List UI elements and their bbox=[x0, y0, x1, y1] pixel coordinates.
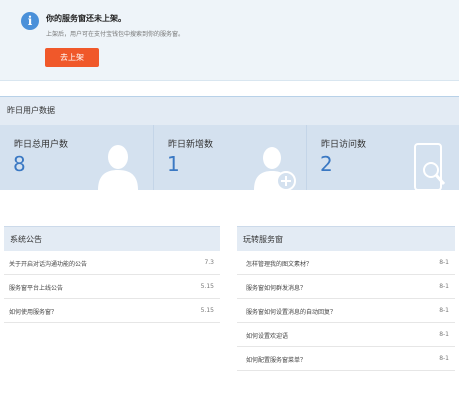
panel-title: 玩转服务窗 bbox=[243, 235, 283, 244]
panel-header: 系统公告 bbox=[4, 226, 220, 251]
stat-label: 昨日新增数 bbox=[168, 140, 214, 150]
list-item-date: 5.15 bbox=[200, 307, 214, 314]
stat-value: 1 bbox=[167, 152, 180, 176]
list-item-date: 8-1 bbox=[439, 259, 449, 266]
notice-banner: i 你的服务窗还未上架。 上架后，用户可在支付宝钱包中搜索到你的服务窗。 去上架 bbox=[0, 0, 459, 81]
user-icon bbox=[98, 145, 138, 190]
list-item[interactable]: 如何使用服务窗？ 5.15 bbox=[4, 299, 220, 323]
list-item-title[interactable]: 如何使用服务窗？ bbox=[9, 307, 57, 316]
stat-value: 2 bbox=[320, 152, 333, 176]
stat-label: 昨日总用户数 bbox=[14, 140, 69, 150]
phone-search-icon bbox=[414, 143, 446, 190]
list-item-date: 8-1 bbox=[439, 307, 449, 314]
stats-title: 昨日用户数据 bbox=[7, 106, 55, 115]
list-item[interactable]: 服务窗如何设置消息的自动回复？ 8-1 bbox=[237, 299, 455, 323]
notice-title: 你的服务窗还未上架。 bbox=[46, 14, 126, 23]
stats-header: 昨日用户数据 bbox=[0, 96, 459, 125]
stat-value: 8 bbox=[13, 152, 26, 176]
guide-panel: 玩转服务窗 怎样管理我的图文素材？ 8-1 服务窗如何群发消息？ 8-1 服务窗… bbox=[237, 226, 455, 371]
list-item[interactable]: 怎样管理我的图文素材？ 8-1 bbox=[237, 251, 455, 275]
list-item[interactable]: 服务窗平台上线公告 5.15 bbox=[4, 275, 220, 299]
list-item-title[interactable]: 如何设置欢迎语 bbox=[246, 331, 288, 340]
stat-total-users: 昨日总用户数 8 bbox=[0, 125, 153, 190]
stat-new-users: 昨日新增数 1 bbox=[153, 125, 307, 190]
list-item-title[interactable]: 怎样管理我的图文素材？ bbox=[246, 259, 312, 268]
panel-title: 系统公告 bbox=[10, 235, 42, 244]
list-item[interactable]: 如何配置服务窗菜单？ 8-1 bbox=[237, 347, 455, 371]
list-item-date: 8-1 bbox=[439, 283, 449, 290]
list-item[interactable]: 关于开启对话沟通功能的公告 7.3 bbox=[4, 251, 220, 275]
list-item-title[interactable]: 关于开启对话沟通功能的公告 bbox=[9, 259, 87, 268]
info-icon: i bbox=[21, 12, 39, 30]
list-item[interactable]: 如何设置欢迎语 8-1 bbox=[237, 323, 455, 347]
stats-area: 昨日总用户数 8 昨日新增数 1 昨日访问数 2 bbox=[0, 125, 459, 190]
announcements-panel: 系统公告 关于开启对话沟通功能的公告 7.3 服务窗平台上线公告 5.15 如何… bbox=[4, 226, 220, 323]
list-item-title[interactable]: 服务窗平台上线公告 bbox=[9, 283, 63, 292]
list-item-title[interactable]: 如何配置服务窗菜单？ bbox=[246, 355, 306, 364]
list-item-title[interactable]: 服务窗如何设置消息的自动回复？ bbox=[246, 307, 336, 316]
go-list-button[interactable]: 去上架 bbox=[45, 48, 99, 67]
list-item[interactable]: 服务窗如何群发消息？ 8-1 bbox=[237, 275, 455, 299]
stat-visits: 昨日访问数 2 bbox=[306, 125, 459, 190]
list-item-date: 8-1 bbox=[439, 331, 449, 338]
list-item-date: 5.15 bbox=[200, 283, 214, 290]
stat-label: 昨日访问数 bbox=[321, 140, 367, 150]
list-item-title[interactable]: 服务窗如何群发消息？ bbox=[246, 283, 306, 292]
panel-header: 玩转服务窗 bbox=[237, 226, 455, 251]
list-item-date: 7.3 bbox=[204, 259, 214, 266]
user-add-icon bbox=[254, 147, 296, 190]
list-item-date: 8-1 bbox=[439, 355, 449, 362]
notice-description: 上架后，用户可在支付宝钱包中搜索到你的服务窗。 bbox=[46, 31, 185, 38]
